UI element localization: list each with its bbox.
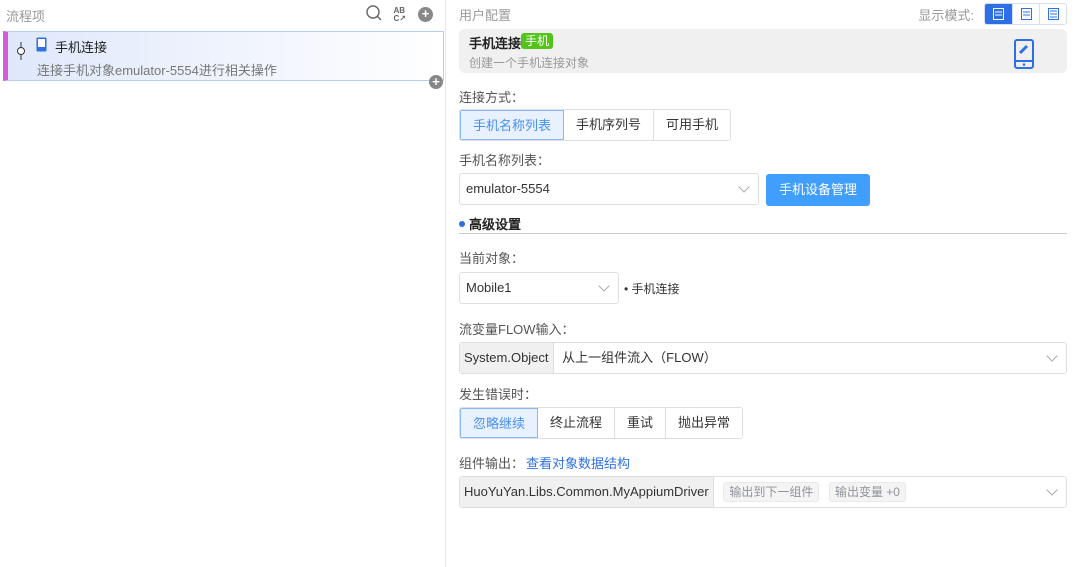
conn-option-serial[interactable]: 手机序列号 [564, 110, 655, 140]
error-segment: 忽略继续 终止流程 重试 抛出异常 [459, 407, 744, 439]
display-mode-1[interactable] [985, 4, 1012, 24]
output-tag: 输出到下一组件 [723, 482, 820, 502]
output-label: 组件输出： [459, 456, 525, 471]
component-badge: 手机 [521, 33, 554, 49]
divider [459, 233, 1067, 234]
item-desc: 连接手机对象emulator-5554进行相关操作 [37, 63, 277, 78]
add-icon[interactable]: + [418, 7, 433, 22]
conn-option-name-list[interactable]: 手机名称列表 [460, 110, 565, 140]
chevron-down-icon [1046, 350, 1058, 362]
advanced-label: 高级设置 [469, 217, 522, 232]
output-select[interactable]: HuoYuYan.Libs.Common.MyAppiumDriver 输出到下… [459, 476, 1067, 508]
flow-value: 从上一组件流入（FLOW） [562, 350, 717, 365]
flow-type: System.Object [460, 343, 554, 373]
error-label: 发生错误时： [459, 387, 538, 402]
conn-option-available[interactable]: 可用手机 [654, 110, 731, 140]
item-title: 手机连接 [55, 40, 108, 55]
error-option-throw[interactable]: 抛出异常 [666, 408, 743, 438]
error-option-ignore[interactable]: 忽略继续 [460, 408, 539, 438]
phone-icon [36, 37, 47, 55]
conn-segment: 手机名称列表 手机序列号 可用手机 [459, 109, 732, 141]
conn-label: 连接方式： [459, 90, 525, 105]
chevron-down-icon [1046, 484, 1058, 496]
add-after-icon[interactable]: + [429, 75, 443, 89]
display-mode-label: 显示模式: [918, 7, 974, 23]
current-obj-value: Mobile1 [466, 280, 512, 295]
flow-item[interactable]: 手机连接 连接手机对象emulator-5554进行相关操作 [3, 31, 444, 81]
search-icon[interactable] [365, 5, 382, 24]
phone-name-value: emulator-5554 [466, 181, 550, 196]
error-option-stop[interactable]: 终止流程 [538, 408, 616, 438]
name-list-label: 手机名称列表： [459, 153, 551, 168]
display-mode-2[interactable] [1012, 4, 1039, 24]
current-obj-note-text: 手机连接 [631, 282, 680, 296]
panel-title: 流程项 [6, 9, 46, 24]
display-mode-3[interactable] [1039, 4, 1066, 24]
error-option-retry[interactable]: 重试 [615, 408, 667, 438]
component-header: 手机连接 手机 创建一个手机连接对象 [459, 29, 1067, 73]
spellcheck-icon[interactable]: AB C↗ [394, 6, 406, 23]
component-desc: 创建一个手机连接对象 [469, 56, 590, 70]
config-title: 用户配置 [459, 8, 512, 23]
advanced-heading: 高级设置 [459, 214, 521, 233]
flow-input-select[interactable]: System.Object 从上一组件流入（FLOW） [459, 342, 1067, 374]
component-title: 手机连接 [469, 36, 522, 51]
output-type: HuoYuYan.Libs.Common.MyAppiumDriver [460, 477, 714, 507]
phone-name-select[interactable]: emulator-5554 [459, 173, 759, 205]
chevron-down-icon [598, 280, 610, 292]
view-structure-link[interactable]: 查看对象数据结构 [526, 453, 630, 472]
phone-link-icon [1014, 39, 1034, 72]
device-manage-button[interactable]: 手机设备管理 [766, 174, 870, 206]
node-icon [16, 42, 26, 63]
current-obj-label: 当前对象： [459, 251, 525, 266]
output-tag: 输出变量 +0 [828, 482, 906, 502]
flow-panel: 流程项 AB C↗ + 手机连接 连接手机对象emulator-5554进行相关操… [0, 0, 446, 567]
chevron-down-icon [738, 181, 750, 193]
current-obj-select[interactable]: Mobile1 [459, 272, 619, 304]
flow-input-label: 流变量FLOW输入： [459, 322, 575, 337]
current-obj-note: • 手机连接 [624, 282, 680, 296]
